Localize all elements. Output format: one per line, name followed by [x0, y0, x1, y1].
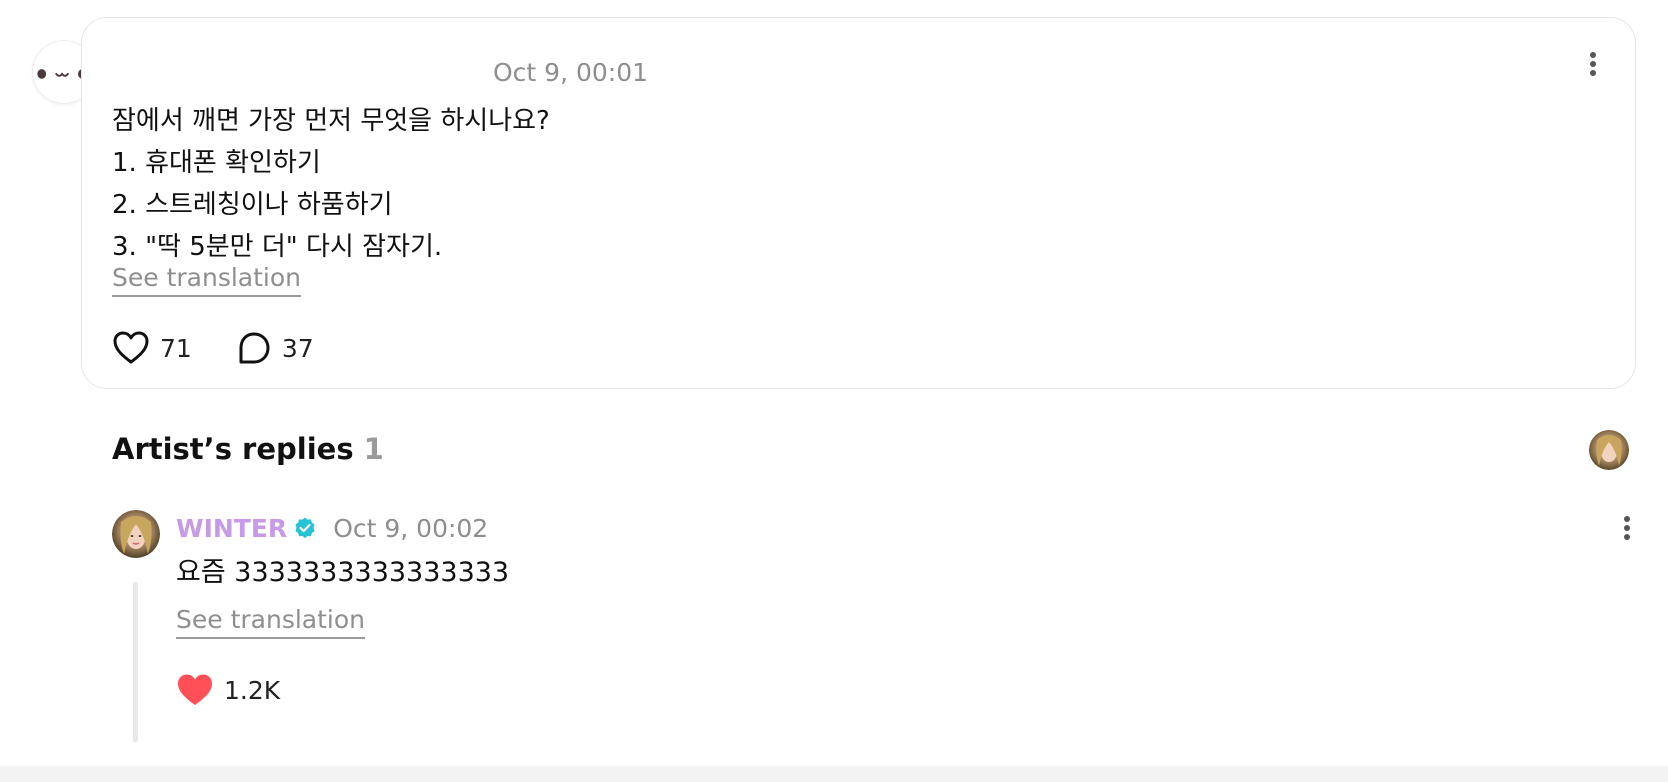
artist-replies-avatar[interactable] [1589, 430, 1629, 470]
artist-avatar-image [1589, 430, 1629, 470]
bottom-divider-bar [0, 766, 1668, 782]
reply-timestamp: Oct 9, 00:02 [333, 513, 489, 543]
reply-thread-line [133, 582, 138, 742]
post-comment-button[interactable]: 37 [236, 330, 314, 366]
post-text-line: 잠에서 깨면 가장 먼저 무엇을 하시나요? [112, 106, 550, 136]
artist-replies-header: Artist’s replies 1 [112, 432, 384, 466]
reply-header: WINTER Oct 9, 00:02 [176, 511, 488, 545]
reply-like-button[interactable]: 1.2K [176, 672, 280, 708]
post-text-line: 2. 스트레칭이나 하품하기 [112, 190, 393, 220]
reply-text: 요즘 3333333333333333 [176, 557, 510, 588]
post-more-button[interactable] [1581, 44, 1605, 84]
post-text-line: 1. 휴대폰 확인하기 [112, 148, 321, 178]
more-vertical-icon [1624, 516, 1630, 540]
heart-filled-icon [178, 674, 212, 705]
artist-replies-count: 1 [363, 432, 384, 466]
speech-bubble-icon [239, 332, 270, 364]
reply-author-name[interactable]: WINTER [176, 514, 287, 543]
post-actions: 71 37 [112, 328, 314, 368]
post-timestamp: Oct 9, 00:01 [493, 58, 649, 87]
reply-actions: 1.2K [176, 670, 280, 710]
more-vertical-icon [1590, 52, 1596, 76]
post-body: 잠에서 깨면 가장 먼저 무엇을 하시나요? 1. 휴대폰 확인하기 2. 스트… [112, 100, 1312, 268]
artist-avatar-image [112, 510, 160, 558]
heart-outline-icon [113, 331, 149, 364]
post-see-translation-link[interactable]: See translation [112, 262, 302, 297]
reply-like-count: 1.2K [224, 675, 281, 705]
post-like-count: 71 [160, 333, 192, 363]
winter-avatar[interactable] [112, 510, 160, 558]
post-like-button[interactable]: 71 [112, 330, 192, 366]
post-comment-count: 37 [281, 333, 314, 363]
artist-replies-title: Artist’s replies [112, 432, 354, 466]
reply-more-button[interactable] [1615, 508, 1639, 548]
reply-see-translation-link[interactable]: See translation [176, 604, 366, 639]
post-detail-page: Oct 9, 00:01 잠에서 깨면 가장 먼저 무엇을 하시나요? 1. 휴… [0, 0, 1668, 782]
verified-badge-icon [295, 517, 315, 539]
fan-post-card: Oct 9, 00:01 잠에서 깨면 가장 먼저 무엇을 하시나요? 1. 휴… [81, 17, 1636, 389]
